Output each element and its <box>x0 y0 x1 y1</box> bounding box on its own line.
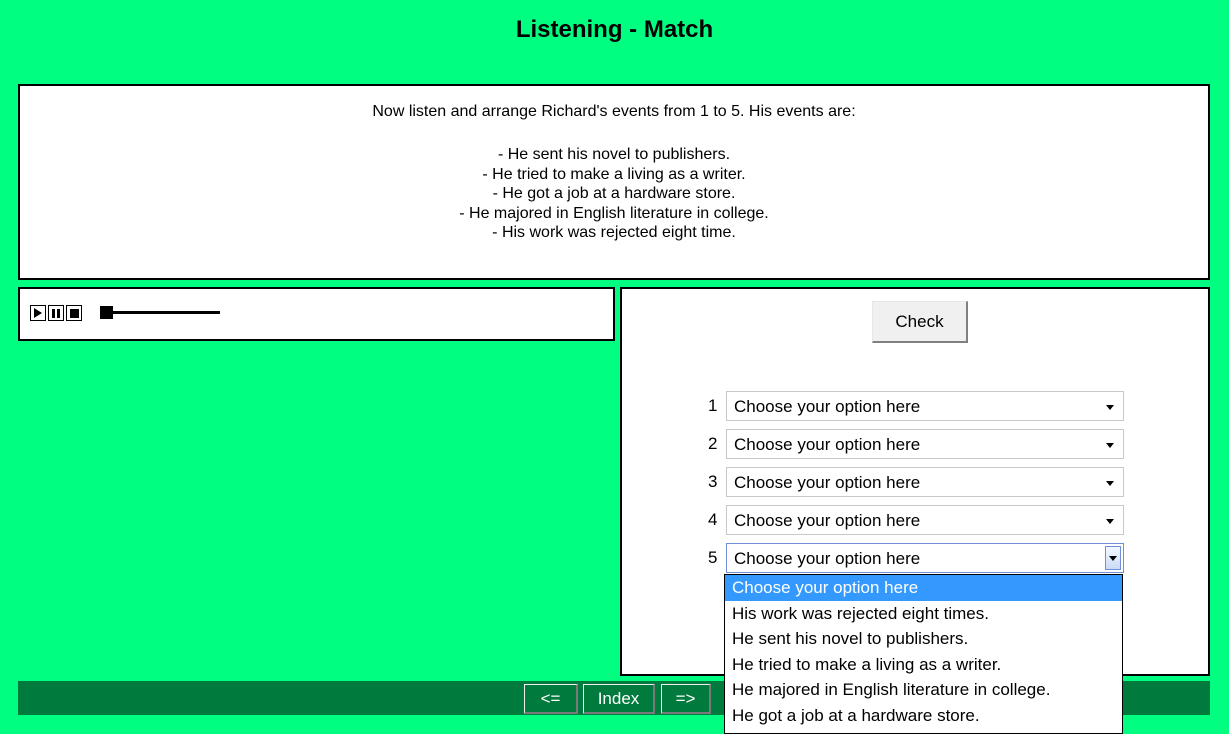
play-button[interactable] <box>30 305 46 321</box>
index-button[interactable]: Index <box>583 684 655 714</box>
event-item: - He got a job at a hardware store. <box>492 185 736 202</box>
chevron-down-icon <box>1106 519 1114 524</box>
answer-row: 1 Choose your option here <box>692 391 1132 421</box>
answer-row: 2 Choose your option here <box>692 429 1132 459</box>
answer-number: 4 <box>708 510 718 529</box>
answer-row: 4 Choose your option here <box>692 505 1132 535</box>
events-list: - He sent his novel to publishers. - He … <box>20 145 1208 243</box>
pause-button[interactable] <box>48 305 64 321</box>
dropdown-option[interactable]: He sent his novel to publishers. <box>725 626 1122 652</box>
dropdown-option[interactable]: His work was rejected eight times. <box>725 601 1122 627</box>
instructions-intro: Now listen and arrange Richard's events … <box>372 103 856 120</box>
dropdown-option[interactable]: He got a job at a hardware store. <box>725 703 1122 729</box>
event-item: - He tried to make a living as a writer. <box>482 165 746 183</box>
event-item: - He majored in English literature in co… <box>459 204 769 222</box>
select-value: Choose your option here <box>734 397 921 416</box>
check-button[interactable]: Check <box>872 301 968 343</box>
player-controls <box>30 305 84 321</box>
prev-button[interactable]: <= <box>524 684 578 714</box>
answer-number: 3 <box>708 472 718 491</box>
next-button[interactable]: => <box>661 684 711 714</box>
instructions-panel: Now listen and arrange Richard's events … <box>18 84 1210 280</box>
page-title: Listening - Match <box>515 16 714 43</box>
dropdown-option[interactable]: He tried to make a living as a writer. <box>725 652 1122 678</box>
answer-number: 5 <box>708 548 718 567</box>
answer-select-2[interactable]: Choose your option here <box>726 429 1124 459</box>
answer-select-3[interactable]: Choose your option here <box>726 467 1124 497</box>
answer-row: 3 Choose your option here <box>692 467 1132 497</box>
event-item: - His work was rejected eight time. <box>492 224 736 241</box>
stop-button[interactable] <box>66 305 82 321</box>
answer-number: 2 <box>708 434 718 453</box>
answer-select-5[interactable]: Choose your option here <box>726 543 1124 573</box>
answer-row: 5 Choose your option here <box>692 543 1132 573</box>
select-value: Choose your option here <box>734 549 921 568</box>
chevron-down-icon <box>1106 443 1114 448</box>
seek-track[interactable] <box>112 311 220 314</box>
select-value: Choose your option here <box>734 511 921 530</box>
select-value: Choose your option here <box>734 473 921 492</box>
dropdown-option[interactable]: He majored in English literature in coll… <box>725 677 1122 703</box>
chevron-down-icon <box>1106 481 1114 486</box>
answer-select-4[interactable]: Choose your option here <box>726 505 1124 535</box>
event-item: - He sent his novel to publishers. <box>497 146 731 163</box>
answer-select-1[interactable]: Choose your option here <box>726 391 1124 421</box>
answer-number: 1 <box>708 396 718 415</box>
audio-player <box>18 287 615 341</box>
stop-icon <box>69 308 79 318</box>
dropdown-option[interactable]: Choose your option here <box>725 575 1122 601</box>
play-icon <box>34 308 42 318</box>
chevron-down-icon <box>1109 556 1117 561</box>
select-value: Choose your option here <box>734 435 921 454</box>
dropdown-options: Choose your option here His work was rej… <box>724 574 1123 734</box>
dropdown-toggle[interactable] <box>1105 546 1121 570</box>
pause-icon <box>52 308 60 318</box>
chevron-down-icon <box>1106 405 1114 410</box>
